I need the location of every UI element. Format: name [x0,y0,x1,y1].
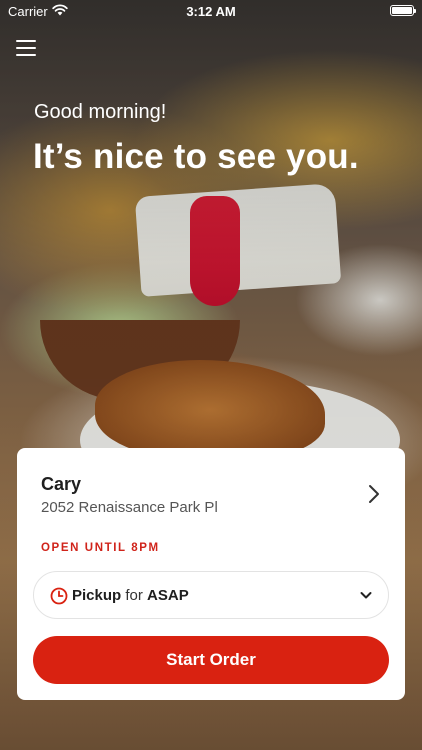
hamburger-menu-icon[interactable] [16,40,36,56]
order-method: Pickup [72,587,122,604]
order-card: Cary 2052 Renaissance Park Pl OPEN UNTIL… [17,448,405,700]
order-mode-dropdown[interactable]: Pickup for ASAP [33,571,389,619]
chevron-down-icon [360,592,372,599]
battery-icon [390,5,416,16]
chevron-right-icon [369,485,379,503]
status-bar: Carrier 3:12 AM [0,0,422,22]
order-time: ASAP [147,587,189,604]
location-name: Cary [41,474,82,494]
status-time: 3:12 AM [186,4,236,19]
open-status-label: OPEN UNTIL 8PM [41,542,160,554]
greeting-text: Good morning! [34,101,167,123]
order-mode-text: Pickup for ASAP [72,587,189,604]
start-order-button[interactable]: Start Order [33,636,389,684]
headline-text: It’s nice to see you. [33,137,359,176]
clock-icon [50,587,68,605]
location-address: 2052 Renaissance Park Pl [41,499,218,516]
location-selector[interactable]: Cary 2052 Renaissance Park Pl [17,448,405,528]
order-connector: for [125,587,143,604]
